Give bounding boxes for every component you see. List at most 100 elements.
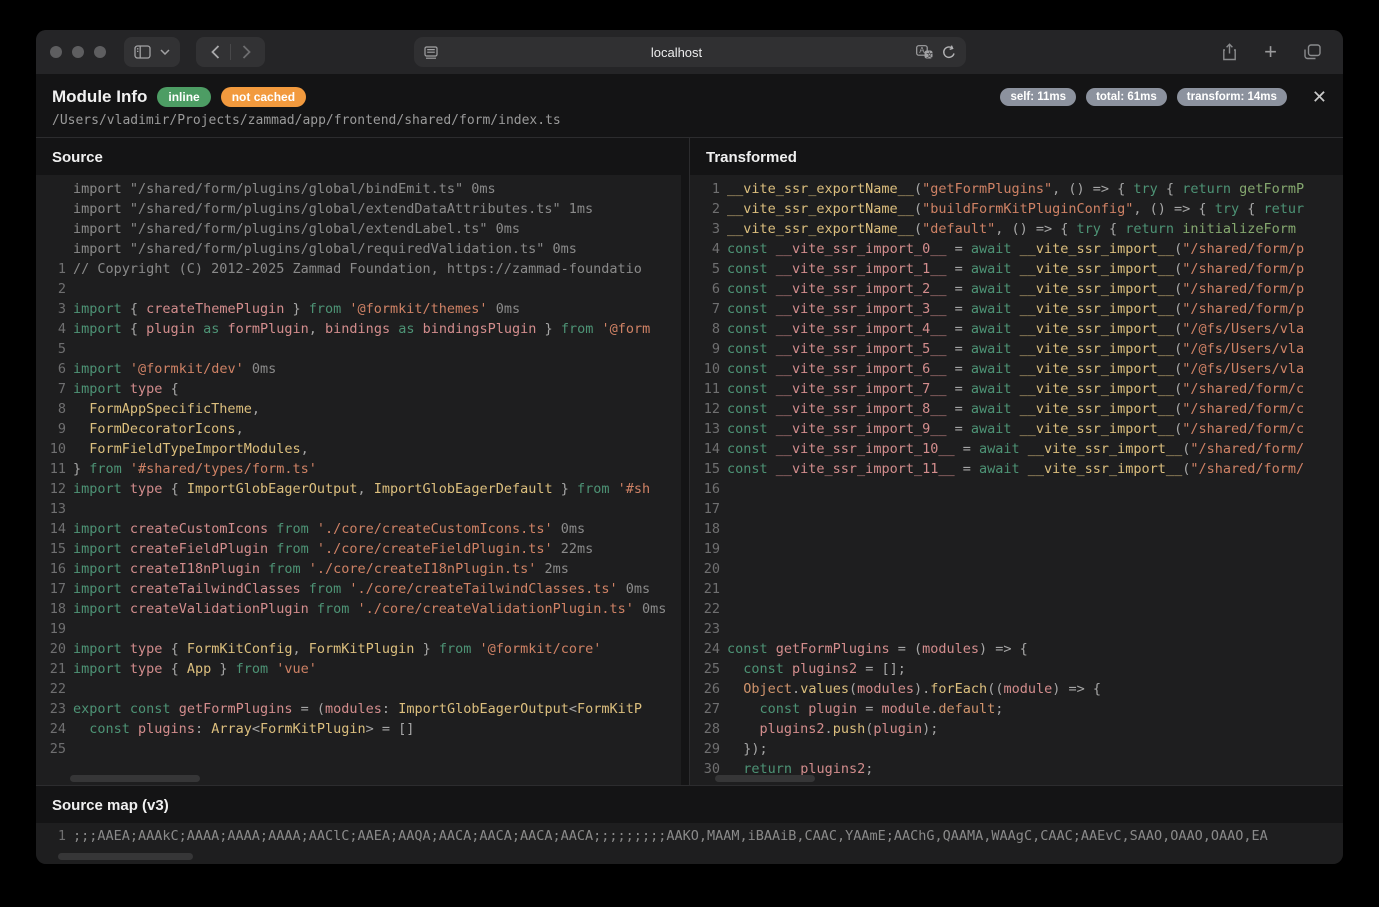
- code-line: 23export const getFormPlugins = (modules…: [36, 699, 681, 719]
- line-content: import "/shared/form/plugins/global/exte…: [66, 199, 593, 219]
- line-content: import createI18nPlugin from './core/cre…: [66, 559, 569, 579]
- line-content: const getFormPlugins = (modules) => {: [720, 639, 1028, 659]
- share-icon[interactable]: [1222, 43, 1237, 61]
- line-content: const __vite_ssr_import_11__ = await __v…: [720, 459, 1304, 479]
- line-content: import "/shared/form/plugins/global/requ…: [66, 239, 577, 259]
- line-content: const __vite_ssr_import_7__ = await __vi…: [720, 379, 1304, 399]
- line-number: 19: [36, 619, 66, 639]
- source-code[interactable]: import "/shared/form/plugins/global/bind…: [36, 175, 681, 785]
- line-content: const __vite_ssr_import_3__ = await __vi…: [720, 299, 1304, 319]
- line-number: 7: [36, 379, 66, 399]
- zoom-window-button[interactable]: [94, 46, 106, 58]
- line-number: 17: [690, 499, 720, 519]
- module-info-header: Module Info inline not cached self: 11ms…: [36, 74, 1343, 137]
- line-content: const __vite_ssr_import_8__ = await __vi…: [720, 399, 1304, 419]
- code-line: 27 const plugin = module.default;: [690, 699, 1343, 719]
- line-number: [36, 179, 66, 199]
- line-content: __vite_ssr_exportName__("default", () =>…: [720, 219, 1296, 239]
- line-number: 5: [36, 339, 66, 359]
- line-number: 20: [36, 639, 66, 659]
- code-line: 15const __vite_ssr_import_11__ = await _…: [690, 459, 1343, 479]
- code-line: 17import createTailwindClasses from './c…: [36, 579, 681, 599]
- code-line: 23: [690, 619, 1343, 639]
- line-number: 4: [36, 319, 66, 339]
- nav-buttons: [196, 37, 265, 67]
- line-number: 28: [690, 719, 720, 739]
- address-bar[interactable]: localhost A 文: [414, 37, 966, 67]
- url-text[interactable]: localhost: [438, 45, 916, 60]
- line-number: 6: [36, 359, 66, 379]
- reader-icon[interactable]: [424, 46, 438, 59]
- svg-text:文: 文: [926, 50, 933, 59]
- code-line: 1// Copyright (C) 2012-2025 Zammad Found…: [36, 259, 681, 279]
- line-content: import createTailwindClasses from './cor…: [66, 579, 650, 599]
- line-number: 2: [690, 199, 720, 219]
- not-cached-badge: not cached: [221, 87, 306, 107]
- line-content: FormFieldTypeImportModules,: [66, 439, 309, 459]
- line-number: 14: [690, 439, 720, 459]
- line-number: 18: [36, 599, 66, 619]
- line-number: 13: [36, 499, 66, 519]
- code-line: 11const __vite_ssr_import_7__ = await __…: [690, 379, 1343, 399]
- line-number: 22: [690, 599, 720, 619]
- source-panel: Source import "/shared/form/plugins/glob…: [36, 138, 689, 785]
- new-tab-icon[interactable]: +: [1264, 43, 1277, 61]
- code-line: 9 FormDecoratorIcons,: [36, 419, 681, 439]
- code-line: 13: [36, 499, 681, 519]
- chevron-down-icon: [160, 49, 170, 55]
- forward-button[interactable]: [231, 38, 261, 66]
- line-content: [66, 279, 73, 299]
- line-number: 26: [690, 679, 720, 699]
- code-line: 2__vite_ssr_exportName__("buildFormKitPl…: [690, 199, 1343, 219]
- code-line: 24const getFormPlugins = (modules) => {: [690, 639, 1343, 659]
- reload-icon[interactable]: [942, 45, 956, 60]
- line-content: const __vite_ssr_import_10__ = await __v…: [720, 439, 1304, 459]
- sourcemap-hscrollbar[interactable]: [58, 853, 193, 860]
- close-window-button[interactable]: [50, 46, 62, 58]
- line-number: 16: [690, 479, 720, 499]
- transformed-code[interactable]: 1__vite_ssr_exportName__("getFormPlugins…: [690, 175, 1343, 785]
- line-content: const __vite_ssr_import_5__ = await __vi…: [720, 339, 1304, 359]
- code-line: 3__vite_ssr_exportName__("default", () =…: [690, 219, 1343, 239]
- line-content: FormDecoratorIcons,: [66, 419, 244, 439]
- code-line: 2: [36, 279, 681, 299]
- line-number: 11: [36, 459, 66, 479]
- sidebar-toggle-button[interactable]: [124, 37, 180, 67]
- transformed-hscrollbar[interactable]: [715, 775, 815, 782]
- translate-icon[interactable]: A 文: [916, 45, 933, 59]
- code-line: 12const __vite_ssr_import_8__ = await __…: [690, 399, 1343, 419]
- back-button[interactable]: [200, 38, 230, 66]
- code-line: import "/shared/form/plugins/global/requ…: [36, 239, 681, 259]
- line-content: [66, 679, 73, 699]
- line-number: 10: [36, 439, 66, 459]
- code-line: 3import { createThemePlugin } from '@for…: [36, 299, 681, 319]
- close-icon[interactable]: ✕: [1312, 88, 1327, 106]
- line-content: import "/shared/form/plugins/global/exte…: [66, 219, 520, 239]
- minimize-window-button[interactable]: [72, 46, 84, 58]
- code-line: 5const __vite_ssr_import_1__ = await __v…: [690, 259, 1343, 279]
- line-number: 3: [690, 219, 720, 239]
- total-time-badge: total: 61ms: [1086, 88, 1167, 106]
- line-content: } from '#shared/types/form.ts': [66, 459, 317, 479]
- code-panels: Source import "/shared/form/plugins/glob…: [36, 137, 1343, 785]
- source-hscrollbar[interactable]: [70, 775, 200, 782]
- code-line: 18: [690, 519, 1343, 539]
- line-content: const __vite_ssr_import_2__ = await __vi…: [720, 279, 1304, 299]
- code-line: 22: [690, 599, 1343, 619]
- sourcemap-code[interactable]: 1;;;AAEA;AAAkC;AAAA;AAAA;AAAA;AAClC;AAEA…: [36, 823, 1343, 864]
- line-number: 11: [690, 379, 720, 399]
- tab-overview-icon[interactable]: [1304, 44, 1321, 60]
- code-line: 25 const plugins2 = [];: [690, 659, 1343, 679]
- line-content: [720, 519, 727, 539]
- line-number: 10: [690, 359, 720, 379]
- line-number: 23: [690, 619, 720, 639]
- code-line: 20import type { FormKitConfig, FormKitPl…: [36, 639, 681, 659]
- line-content: const __vite_ssr_import_4__ = await __vi…: [720, 319, 1304, 339]
- code-line: 11} from '#shared/types/form.ts': [36, 459, 681, 479]
- browser-window: localhost A 文: [36, 30, 1343, 864]
- line-content: import '@formkit/dev' 0ms: [66, 359, 276, 379]
- line-number: [36, 219, 66, 239]
- code-line: 1__vite_ssr_exportName__("getFormPlugins…: [690, 179, 1343, 199]
- module-file-path: /Users/vladimir/Projects/zammad/app/fron…: [52, 113, 1327, 128]
- line-content: [720, 479, 727, 499]
